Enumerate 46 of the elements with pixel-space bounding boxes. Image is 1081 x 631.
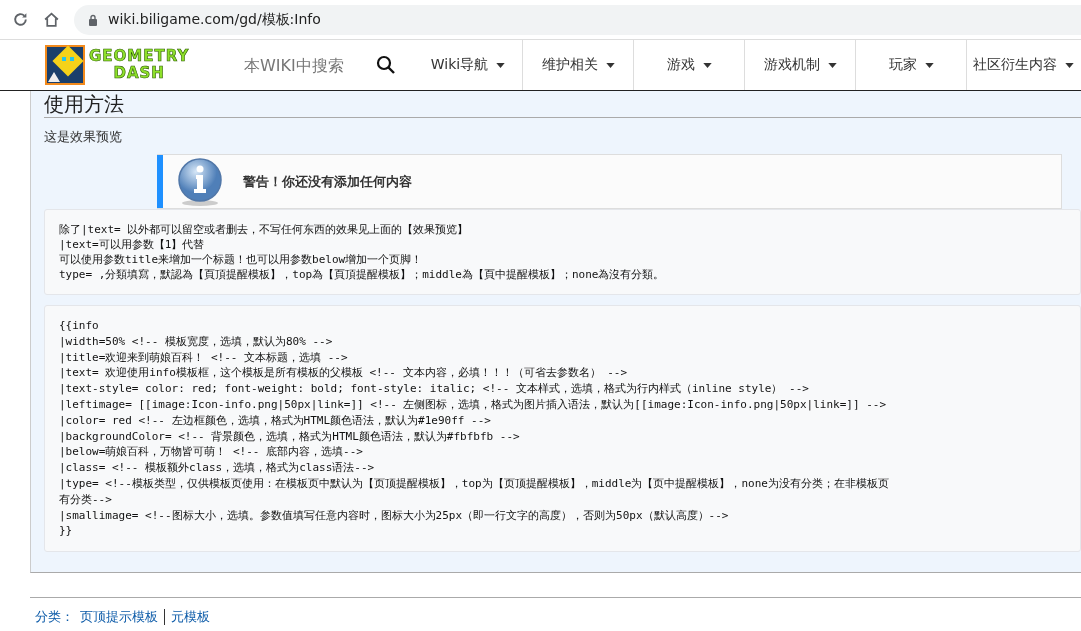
- nav-menu[interactable]: 社区衍生内容: [966, 40, 1079, 90]
- caret-icon: [924, 62, 934, 68]
- nav-menu[interactable]: 玩家: [855, 40, 966, 90]
- logo-cube-icon[interactable]: [45, 45, 85, 85]
- home-icon[interactable]: [43, 11, 60, 28]
- nav-menu[interactable]: 维护相关: [522, 40, 633, 90]
- code-line: }}: [59, 523, 74, 540]
- search-icon[interactable]: [376, 55, 396, 75]
- code-line: |type= <!--模板类型，仅供模板页使用：在模板页中默认为【页顶提醒模板】，top为【页顶提醒模板】，middle为【页中提醒模板】，none为没有分类；在非模板页: [59, 475, 890, 492]
- note-line: 可以使用参数title来增加一个标题！也可以用参数below增加一个页脚！: [59, 252, 424, 267]
- logo-text: GEOMETRY: [89, 48, 190, 65]
- caret-icon: [827, 62, 837, 68]
- nav-menu[interactable]: 游戏: [633, 40, 744, 90]
- code-line: |smallimage= <!--图标大小，选填。参数值填写任意内容时，图标大小为25px（即一行文字的高度），否则为50px（默认高度）-->: [59, 507, 730, 524]
- code-line: |width=50% <!-- 模板宽度，选填，默认为80% -->: [59, 333, 334, 350]
- note-line: 除了|text= 以外都可以留空或者删去，不写任何东西的效果见上面的【效果预览】: [59, 222, 470, 237]
- code-line: |below=萌娘百科，万物皆可萌！ <!-- 底部内容，选填-->: [59, 444, 364, 461]
- note-line: type= ,分類填寫，默認為【頁頂提醒模板】，top為【頁頂提醒模板】；middle為【頁中提醒模板】；none為沒有分類。: [59, 267, 666, 282]
- code-line: |class= <!-- 模板额外class，选填，格式为class语法-->: [59, 460, 376, 476]
- notice-text: 警告！你还没有添加任何内容: [243, 172, 412, 191]
- category-link[interactable]: 元模板: [171, 608, 210, 627]
- address-bar[interactable]: wiki.biligame.com/gd/模板:Info: [74, 4, 1081, 35]
- code-line: |text= 欢迎使用info模板框，这个模板是所有模板的父模板 <!-- 文本内容，必填！！！（可省去参数名） -->: [59, 365, 629, 382]
- url-text: wiki.biligame.com/gd/模板:Info: [108, 10, 321, 29]
- search-field[interactable]: 本WIKI中搜索: [242, 54, 366, 76]
- code-line: 有分类-->: [59, 491, 113, 508]
- nav-menu[interactable]: Wiki导航: [414, 40, 522, 90]
- caret-icon: [1064, 62, 1074, 68]
- section-heading: 使用方法: [44, 93, 125, 115]
- code-line: |leftimage= [[image:Icon-info.png|50px|link=]] <!-- 左侧图标，选填，格式为图片插入语法，默认为[[image:Icon-info.png|50px|link=]] -->: [59, 397, 888, 413]
- caret-icon: [702, 62, 712, 68]
- caret-icon: [605, 62, 615, 68]
- nav-menu[interactable]: 游戏机制: [744, 40, 855, 90]
- category-link[interactable]: 页顶提示模板: [80, 608, 158, 627]
- note-line: |text=可以用参数【1】代替: [59, 237, 206, 252]
- category-label: 分类：: [35, 608, 74, 627]
- lock-icon: [88, 13, 98, 26]
- code-line: |text-style= color: red; font-weight: bold; font-style: italic; <!-- 文本样式，选填，格式为行内样式（inline style） -->: [59, 381, 810, 397]
- caret-icon: [496, 62, 506, 68]
- logo-text: DASH: [113, 65, 165, 82]
- code-line: |backgroundColor= <!-- 背景颜色，选填，格式为HTML颜色语法，默认为#fbfbfb -->: [59, 428, 521, 445]
- code-line: |color= red <!-- 左边框颜色，选填，格式为HTML颜色语法，默认为#1e90ff -->: [59, 412, 492, 429]
- preview-label: 这是效果预览: [44, 128, 123, 146]
- reload-icon[interactable]: [12, 11, 29, 28]
- code-line: {{info: [59, 318, 100, 334]
- code-line: |title=欢迎来到萌娘百科！ <!-- 文本标题，选填 -->: [59, 349, 349, 366]
